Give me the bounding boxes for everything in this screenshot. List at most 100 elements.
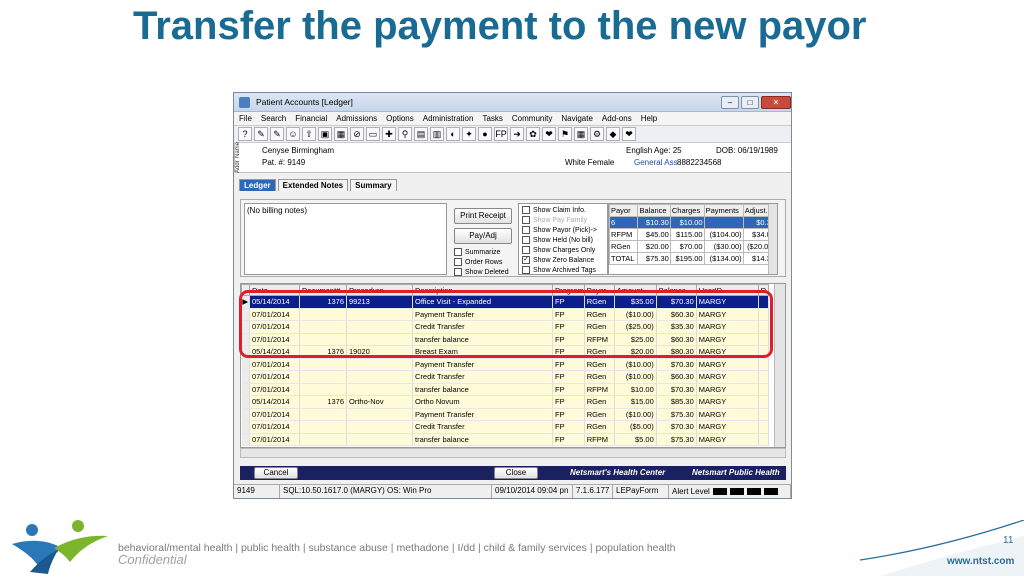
tab-ledger[interactable]: Ledger [239, 179, 276, 191]
menu-item-community[interactable]: Community [512, 114, 552, 123]
menu-item-file[interactable]: File [239, 114, 252, 123]
option-show-archived-tags[interactable]: Show Archived Tags [522, 266, 596, 274]
toolbar-icon-15[interactable]: ✦ [462, 127, 476, 141]
toolbar-icon-18[interactable]: ➜ [510, 127, 524, 141]
print-receipt-button[interactable]: Print Receipt [454, 208, 512, 224]
option-checkbox[interactable] [522, 226, 530, 234]
addr-side-tab[interactable]: Addr [235, 161, 256, 174]
option-label: Show Archived Tags [533, 266, 596, 274]
toolbar-icon-10[interactable]: ✚ [382, 127, 396, 141]
menu-item-add-ons[interactable]: Add-ons [602, 114, 632, 123]
toolbar-icon-4[interactable]: ☺ [286, 127, 300, 141]
row-marker [241, 420, 250, 434]
menu-item-help[interactable]: Help [641, 114, 657, 123]
menu-item-navigate[interactable]: Navigate [561, 114, 593, 123]
option-show-claim-info-[interactable]: Show Claim Info. [522, 206, 586, 214]
toolbar-icon-11[interactable]: ⚲ [398, 127, 412, 141]
menu-bar: File Search Financial Admissions Options Admi… [234, 112, 791, 125]
cancel-button[interactable]: Cancel [254, 467, 298, 479]
menu-item-options[interactable]: Options [386, 114, 414, 123]
menu-item-search[interactable]: Search [261, 114, 286, 123]
toolbar-icon-23[interactable]: ⚙ [590, 127, 604, 141]
checkbox-box[interactable] [454, 268, 462, 276]
website-link[interactable]: www.ntst.com [947, 556, 1014, 567]
table-row[interactable]: 07/01/2014 Payment Transfer FP RGen ($10.00)… [241, 408, 769, 421]
toolbar-icon-22[interactable]: ▦ [574, 127, 588, 141]
toolbar-icon-24[interactable]: ◆ [606, 127, 620, 141]
alert-bar-1 [712, 488, 727, 495]
toolbar-icon-7[interactable]: ▦ [334, 127, 348, 141]
toolbar-icon-3[interactable]: ✎ [270, 127, 284, 141]
toolbar-icon-2[interactable]: ✎ [254, 127, 268, 141]
menu-item-tasks[interactable]: Tasks [482, 114, 502, 123]
minimize-button[interactable]: – [721, 95, 739, 109]
toolbar-icon-12[interactable]: ▤ [414, 127, 428, 141]
menu-item-administration[interactable]: Administration [423, 114, 474, 123]
toolbar-icon-6[interactable]: ▣ [318, 127, 332, 141]
toolbar-icon-1[interactable]: ? [238, 127, 252, 141]
table-row[interactable]: 07/01/2014 Credit Transfer FP RGen ($5.00) $7… [241, 420, 769, 434]
ledger-cell: $5.00 [614, 433, 657, 446]
option-show-charges-only[interactable]: Show Charges Only [522, 246, 595, 254]
payor-row[interactable]: RGen $20.00 $70.00 ($30.00) ($20.00) [608, 240, 778, 253]
toolbar-icon-8[interactable]: ⊘ [350, 127, 364, 141]
status-form: LEPayForm [613, 485, 669, 498]
payor-row[interactable]: TOTAL $75.30 $195.00 ($134.00) $14.30 [608, 252, 778, 265]
option-checkbox[interactable] [522, 236, 530, 244]
table-row[interactable]: 07/01/2014 Credit Transfer FP RGen ($10.00) $… [241, 370, 769, 384]
option-checkbox[interactable] [522, 206, 530, 214]
payor-header[interactable]: Balance [637, 204, 671, 217]
payor-scrollbar[interactable] [768, 204, 777, 274]
checkbox-box[interactable] [454, 258, 462, 266]
toolbar-icon-21[interactable]: ⚑ [558, 127, 572, 141]
option-show-pay-family[interactable]: Show Pay Family [522, 216, 587, 224]
payor-row[interactable]: RFPM $45.00 $115.00 ($104.00) $34.00 [608, 228, 778, 241]
toolbar-icon-13[interactable]: ▥ [430, 127, 444, 141]
option-show-payor-pick-[interactable]: Show Payor (Pick)-> [522, 226, 597, 234]
table-row[interactable]: 07/01/2014 transfer balance FP RFPM $10.00 $7… [241, 383, 769, 396]
billing-notes[interactable]: (No billing notes) [244, 203, 447, 275]
ledger-vertical-scrollbar[interactable] [774, 284, 785, 447]
table-row[interactable]: 07/01/2014 transfer balance FP RFPM $5.00 $75… [241, 433, 769, 446]
ledger-cell: MARGY [696, 433, 759, 446]
close-window-button[interactable]: ✕ [761, 95, 791, 109]
toolbar-icon-19[interactable]: ✿ [526, 127, 540, 141]
payor-row[interactable]: 6 $10.30 $10.00 $0.30 [608, 216, 778, 229]
toolbar-icon-14[interactable]: ◐ [446, 127, 460, 141]
ledger-cell: transfer balance [412, 383, 553, 396]
option-checkbox[interactable] [522, 266, 530, 274]
option-checkbox[interactable]: ✓ [522, 256, 530, 264]
option-checkbox[interactable] [522, 246, 530, 254]
payor-header[interactable]: Payor [608, 204, 639, 217]
payor-header[interactable]: Charges [669, 204, 705, 217]
toolbar-icon-25[interactable]: ❤ [622, 127, 636, 141]
pay-adj-button[interactable]: Pay/Adj [454, 228, 512, 244]
table-row[interactable]: 07/01/2014 Payment Transfer FP RGen ($10.00)… [241, 358, 769, 371]
option-show-zero-balance[interactable]: ✓ Show Zero Balance [522, 256, 594, 264]
tab-extended-notes[interactable]: Extended Notes [277, 179, 349, 191]
ledger-cell: 1376 [299, 395, 347, 409]
checkbox-show-deleted[interactable]: Show Deleted [454, 268, 509, 276]
menu-item-financial[interactable]: Financial [295, 114, 327, 123]
ledger-horizontal-scrollbar[interactable] [240, 448, 786, 458]
toolbar-icon-16[interactable]: ● [478, 127, 492, 141]
alert-level-label: Alert Level [672, 487, 710, 496]
close-button[interactable]: Close [494, 467, 538, 479]
option-show-held-no-bill-[interactable]: Show Held (No bill) [522, 236, 593, 244]
patient-insurance[interactable]: General Ass [634, 158, 678, 167]
payor-header[interactable]: Payments [703, 204, 744, 217]
tab-summary[interactable]: Summary [350, 179, 397, 191]
toolbar-icon-20[interactable]: ❤ [542, 127, 556, 141]
name-side-tab[interactable]: Name [235, 142, 256, 158]
toolbar-icon-9[interactable]: ▭ [366, 127, 380, 141]
option-checkbox[interactable] [522, 216, 530, 224]
table-row[interactable]: 05/14/2014 1376 Ortho-Nov Ortho Novum FP RGen… [241, 395, 769, 409]
maximize-button[interactable]: □ [741, 95, 759, 109]
menu-item-admissions[interactable]: Admissions [336, 114, 377, 123]
toolbar-icon-17[interactable]: FP [494, 127, 508, 141]
checkbox-summarize[interactable]: Summarize [454, 248, 500, 256]
checkbox-box[interactable] [454, 248, 462, 256]
toolbar-icon-5[interactable]: ⇧ [302, 127, 316, 141]
checkbox-order-rows[interactable]: Order Rows [454, 258, 502, 266]
row-marker [241, 433, 250, 446]
